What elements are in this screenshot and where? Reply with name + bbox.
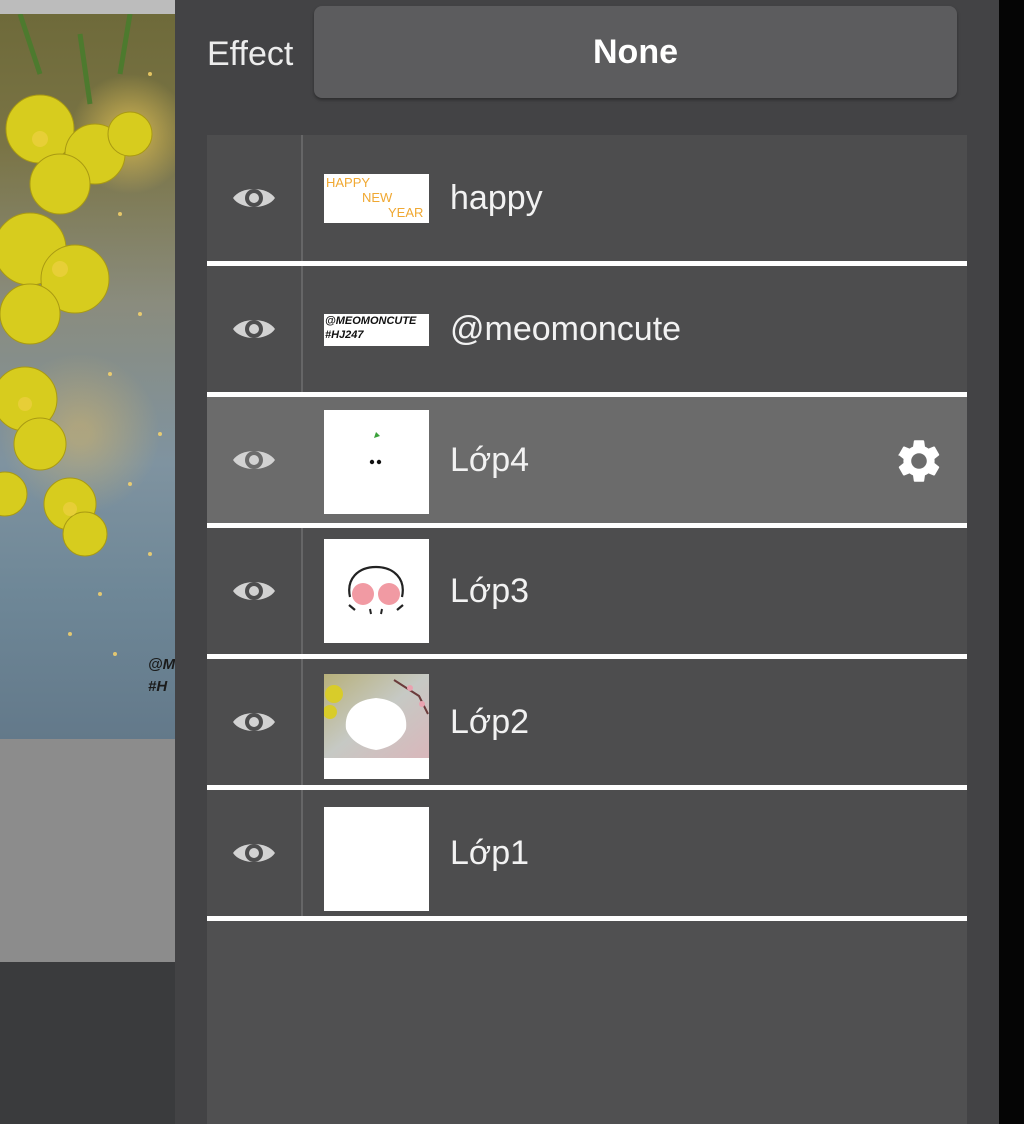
gear-icon[interactable] <box>893 435 945 487</box>
thumb-text-line: #HJ247 <box>325 329 364 341</box>
layer-row-lop1[interactable]: Lớp1 <box>207 790 967 921</box>
visibility-toggle[interactable] <box>207 659 301 785</box>
thumb-text-line: @MEOMONCUTE <box>325 315 417 327</box>
visibility-toggle[interactable] <box>207 528 301 654</box>
layer-row-lop3[interactable]: Lớp3 <box>207 528 967 659</box>
eye-icon <box>233 451 275 469</box>
row-divider <box>301 659 303 785</box>
eye-icon <box>233 189 275 207</box>
layer-name: Lớp3 <box>450 571 530 610</box>
canvas-background <box>0 739 175 962</box>
layer-thumbnail <box>324 674 429 779</box>
thumb-text-line: YEAR <box>388 205 424 220</box>
eye-icon <box>233 320 275 338</box>
thumbnail-art <box>369 432 382 465</box>
layer-name: Lớp1 <box>450 833 530 872</box>
canvas-preview[interactable]: @M #H <box>0 0 175 1124</box>
screen-edge <box>999 0 1024 1124</box>
eye-icon <box>233 844 275 862</box>
thumbnail-art <box>324 674 429 779</box>
eye-icon <box>233 713 275 731</box>
layer-thumbnail: @MEOMONCUTE #HJ247 <box>324 314 429 346</box>
row-divider <box>301 266 303 392</box>
layer-row-meomoncute[interactable]: @MEOMONCUTE #HJ247 @meomoncute <box>207 266 967 397</box>
effect-dropdown[interactable]: None <box>314 6 957 98</box>
thumb-text-line: HAPPY <box>326 175 371 190</box>
layer-name: Lớp4 <box>450 440 530 479</box>
layer-name: Lớp2 <box>450 702 530 741</box>
flower-illustration <box>0 14 162 656</box>
canvas-watermark-text: @M #H <box>148 656 175 695</box>
visibility-toggle[interactable] <box>207 790 301 916</box>
thumb-text-line: NEW <box>362 190 393 205</box>
visibility-toggle[interactable] <box>207 397 301 523</box>
app-screen: @M #H Effect None HAPPY NEW YEAR happy @… <box>0 0 1024 1124</box>
layer-thumbnail <box>324 539 429 643</box>
row-divider <box>301 790 303 916</box>
row-divider <box>301 135 303 261</box>
layer-thumbnail <box>324 410 429 514</box>
layer-row-lop2[interactable]: Lớp2 <box>207 659 967 790</box>
layer-list[interactable]: HAPPY NEW YEAR happy @MEOMONCUTE #HJ247 … <box>207 135 967 1124</box>
effect-label: Effect <box>207 35 294 73</box>
canvas-photo: @M #H <box>0 14 175 739</box>
layer-thumbnail <box>324 807 429 911</box>
layer-name: @meomoncute <box>450 309 682 348</box>
thumbnail-art <box>348 565 404 615</box>
canvas-top-strip <box>0 0 175 14</box>
layer-row-happy[interactable]: HAPPY NEW YEAR happy <box>207 135 967 266</box>
row-divider <box>301 397 303 523</box>
eye-icon <box>233 582 275 600</box>
visibility-toggle[interactable] <box>207 135 301 261</box>
layer-thumbnail: HAPPY NEW YEAR <box>324 174 429 223</box>
row-divider <box>301 528 303 654</box>
layer-name: happy <box>450 178 543 217</box>
layer-row-lop4[interactable]: Lớp4 <box>207 397 967 528</box>
visibility-toggle[interactable] <box>207 266 301 392</box>
